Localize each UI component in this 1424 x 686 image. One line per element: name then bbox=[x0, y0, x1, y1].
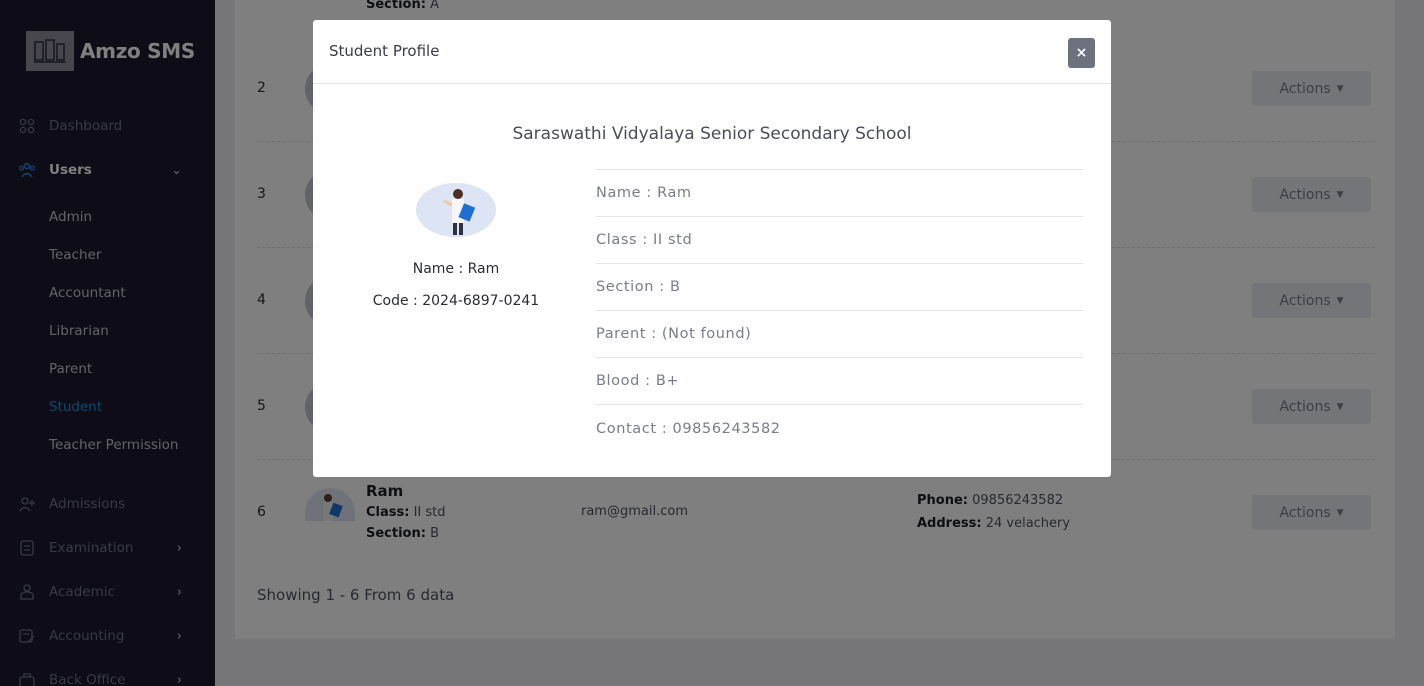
detail-contact: Contact : 09856243582 bbox=[596, 420, 781, 437]
modal-title: Student Profile bbox=[329, 42, 440, 60]
profile-code: Code : 2024-6897-0241 bbox=[372, 293, 540, 309]
close-icon: × bbox=[1075, 45, 1088, 61]
student-photo bbox=[416, 183, 496, 237]
detail-class: Class : II std bbox=[596, 217, 1083, 264]
detail-parent: Parent : (Not found) bbox=[596, 311, 1083, 358]
profile-summary: Name : Ram Code : 2024-6897-0241 bbox=[353, 183, 559, 309]
student-profile-modal: Student Profile × Saraswathi Vidyalaya S… bbox=[313, 20, 1111, 477]
detail-name: Name : Ram bbox=[596, 170, 1083, 217]
close-button[interactable]: × bbox=[1068, 38, 1095, 68]
detail-blood: Blood : B+ bbox=[596, 358, 1083, 405]
profile-details: Name : Ram Class : II std Section : B Pa… bbox=[596, 169, 1083, 452]
modal-header: Student Profile × bbox=[313, 20, 1111, 84]
school-name: Saraswathi Vidyalaya Senior Secondary Sc… bbox=[512, 124, 912, 144]
profile-name: Name : Ram bbox=[412, 261, 500, 277]
detail-section: Section : B bbox=[596, 264, 1083, 311]
